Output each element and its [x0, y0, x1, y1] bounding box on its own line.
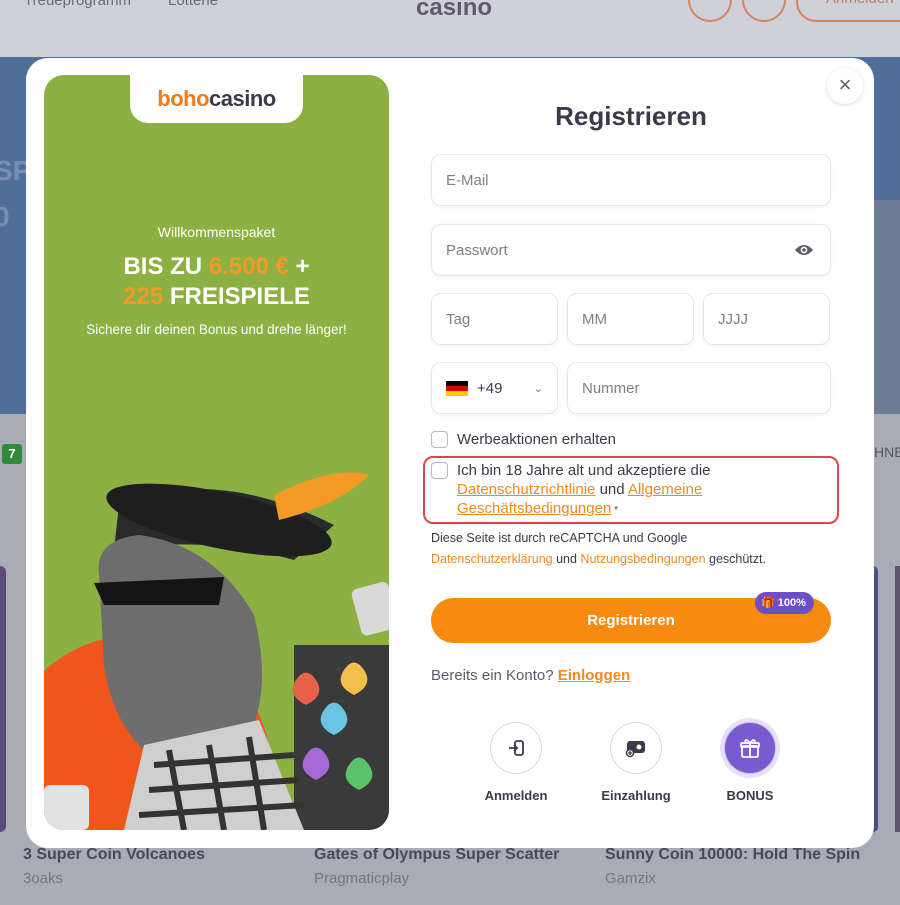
promo-welcome: Willkommenspaket	[157, 224, 276, 240]
birth-day-field[interactable]	[431, 293, 558, 345]
promo-subtitle: Sichere dir deinen Bonus und drehe länge…	[86, 322, 347, 337]
game-provider: Pragmaticplay	[314, 870, 410, 887]
quick-action-bonus-label: BONUS	[726, 788, 774, 803]
game-title[interactable]: 3 Super Coin Volcanoes	[23, 846, 205, 864]
nav-link-loyalty[interactable]: Treueprogramm	[24, 0, 131, 9]
quick-action-deposit-label: Einzahlung	[601, 788, 671, 803]
nav-link-lottery[interactable]: Lotterie	[168, 0, 218, 9]
eye-icon[interactable]	[794, 242, 814, 258]
game-tile[interactable]	[0, 566, 6, 832]
recaptcha-notice: Diese Seite ist durch reCAPTCHA und Goog…	[431, 531, 766, 566]
email-field[interactable]	[431, 154, 831, 206]
country-code-select[interactable]: +49 ⌄	[431, 362, 558, 414]
country-code-value: +49	[477, 379, 503, 397]
google-privacy-link[interactable]: Datenschutzerklärung	[431, 552, 553, 566]
bonus-badge: 🎁 100%	[755, 592, 814, 614]
deposit-icon[interactable]	[688, 0, 732, 22]
game-title[interactable]: Gates of Olympus Super Scatter	[314, 846, 559, 864]
game-provider: Gamzix	[605, 870, 656, 887]
search-icon[interactable]	[742, 0, 786, 22]
quick-action-login-label: Anmelden	[484, 788, 548, 803]
close-button[interactable]: ×	[827, 68, 863, 104]
welcome-promo-panel: bohocasino Willkommenspaket BIS ZU 6.500…	[44, 75, 389, 830]
quick-action-bonus[interactable]: BONUS	[700, 722, 800, 803]
phone-number-field[interactable]	[567, 362, 831, 414]
phone-number-input[interactable]	[568, 363, 830, 413]
chevron-down-icon: ⌄	[533, 382, 543, 395]
quick-action-deposit[interactable]: Einzahlung	[586, 722, 686, 803]
email-input[interactable]	[432, 155, 830, 205]
background-login-button[interactable]: Anmelden	[796, 0, 900, 22]
login-link[interactable]: Einloggen	[558, 667, 631, 684]
close-icon: ×	[838, 72, 852, 97]
wallet-icon[interactable]	[610, 722, 662, 774]
birth-year-input[interactable]	[704, 294, 829, 344]
background-header: Treueprogramm Lotterie casino Anmelden	[0, 0, 900, 57]
germany-flag-icon	[446, 380, 468, 396]
promotions-checkbox[interactable]	[431, 431, 448, 448]
birth-day-input[interactable]	[432, 294, 557, 344]
promo-headline-spins: 225 FREISPIELE	[123, 283, 310, 310]
login-icon[interactable]	[490, 722, 542, 774]
form-title: Registrieren	[555, 101, 707, 131]
game-provider: 3oaks	[23, 870, 64, 887]
birth-month-field[interactable]	[567, 293, 694, 345]
birth-month-input[interactable]	[568, 294, 693, 344]
promotions-checkbox-label[interactable]: Werbeaktionen erhalten	[457, 430, 616, 449]
birth-year-field[interactable]	[703, 293, 830, 345]
promo-illustration	[44, 472, 389, 830]
brand-logo: bohocasino	[130, 75, 303, 123]
google-terms-link[interactable]: Nutzungsbedingungen	[580, 552, 705, 566]
privacy-policy-link[interactable]: Datenschutzrichtlinie	[457, 481, 595, 498]
game-tile[interactable]	[895, 566, 900, 832]
quick-action-login[interactable]: Anmelden	[466, 722, 566, 803]
background-logo: casino	[416, 0, 493, 21]
password-field[interactable]	[431, 224, 831, 276]
password-input[interactable]	[432, 225, 830, 275]
terms-checkbox-label: Ich bin 18 Jahre alt und akzeptiere die …	[457, 462, 711, 517]
game-title[interactable]: Sunny Coin 10000: Hold The Spin	[605, 846, 860, 864]
gift-icon: 🎁	[761, 597, 775, 609]
login-prompt: Bereits ein Konto? Einloggen	[431, 667, 631, 684]
terms-checkbox[interactable]	[431, 462, 448, 479]
gift-icon[interactable]	[724, 722, 776, 774]
promo-headline-amount: BIS ZU 6.500 € +	[123, 253, 310, 280]
category-badge: 7	[2, 444, 22, 464]
category-link[interactable]: HNE	[874, 444, 900, 460]
